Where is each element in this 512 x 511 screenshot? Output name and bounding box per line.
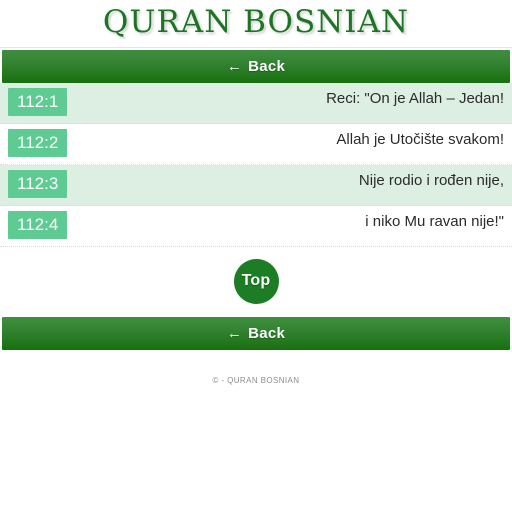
scroll-to-top-label: Top <box>241 272 271 289</box>
verse-text: i niko Mu ravan nije!" <box>365 213 504 230</box>
back-button-top[interactable]: ← Back <box>2 50 510 83</box>
back-button-bottom[interactable]: ← Back <box>2 317 510 350</box>
footer: © - QURAN BOSNIAN <box>0 350 512 388</box>
verse-text: Nije rodio i rođen nije, <box>358 172 504 189</box>
table-row[interactable]: 112:1 Reci: "On je Allah – Jedan! <box>0 83 512 124</box>
table-row[interactable]: 112:2 Allah je Utočište svakom! <box>0 124 512 165</box>
verse-text: Allah je Utočište svakom! <box>336 131 504 148</box>
page-filler <box>0 388 512 488</box>
top-button-section: Top <box>0 247 512 315</box>
back-label-text: Back <box>248 325 286 342</box>
verse-reference-badge: 112:2 <box>8 129 68 157</box>
verse-text: Reci: "On je Allah – Jedan! <box>326 90 504 107</box>
back-label-text: Back <box>248 58 286 75</box>
verse-list: 112:1 Reci: "On je Allah – Jedan! 112:2 … <box>0 83 512 247</box>
verse-reference-badge: 112:4 <box>8 211 68 239</box>
app-header: QURAN BOSNIAN <box>0 0 512 48</box>
copyright-text: © - QURAN BOSNIAN <box>212 376 300 385</box>
arrow-left-icon: ← <box>226 325 243 342</box>
verse-reference-badge: 112:1 <box>8 88 68 116</box>
back-button-top-label: ← Back <box>227 58 285 75</box>
back-button-bottom-label: ← Back <box>227 325 285 342</box>
arrow-left-icon: ← <box>226 58 243 75</box>
page-title: QURAN BOSNIAN <box>102 4 410 40</box>
table-row[interactable]: 112:4 i niko Mu ravan nije!" <box>0 206 512 247</box>
verse-reference-badge: 112:3 <box>8 170 68 198</box>
table-row[interactable]: 112:3 Nije rodio i rođen nije, <box>0 165 512 206</box>
app-page: QURAN BOSNIAN ← Back 112:1 Reci: "On je … <box>0 0 512 511</box>
scroll-to-top-button[interactable]: Top <box>233 258 279 304</box>
